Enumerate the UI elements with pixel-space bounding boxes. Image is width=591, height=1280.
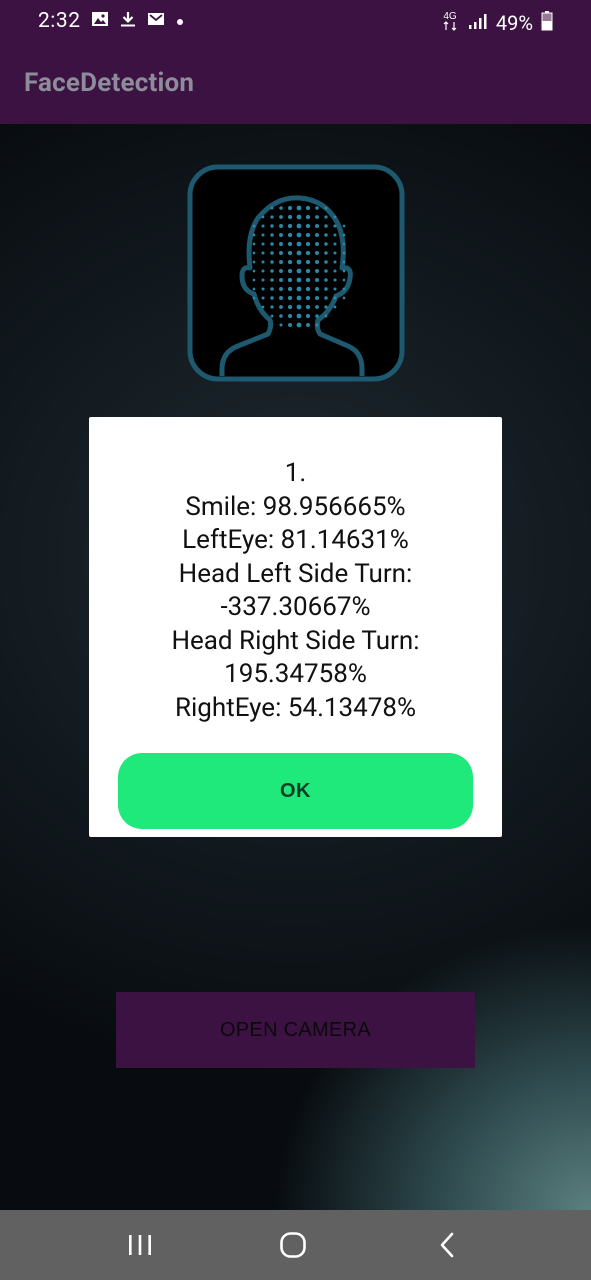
dot-icon — [175, 12, 185, 31]
head-left-turn-label: Head Left Side Turn: — [178, 558, 413, 589]
ok-button[interactable]: OK — [118, 753, 473, 829]
smile-result: Smile: 98.956665% — [185, 491, 406, 522]
battery-icon — [541, 11, 553, 35]
status-left: 2:32 — [38, 9, 185, 33]
status-time: 2:32 — [38, 9, 81, 33]
mail-icon — [147, 11, 165, 31]
app-title: FaceDetection — [24, 68, 195, 98]
image-icon — [91, 11, 109, 31]
right-eye-result: RightEye: 54.13478% — [174, 692, 417, 723]
results-dialog: 1. Smile: 98.956665% LeftEye: 81.14631% … — [89, 417, 502, 837]
result-index: 1. — [284, 458, 307, 488]
battery-percent: 49% — [495, 11, 533, 35]
head-right-turn-value: 195.34758% — [224, 659, 367, 689]
status-bar: 2:32 4G 49% — [0, 0, 591, 44]
home-icon[interactable] — [273, 1230, 313, 1260]
network-type-label: 4G — [443, 11, 457, 22]
recent-apps-icon[interactable] — [120, 1230, 160, 1260]
navigation-bar — [0, 1210, 591, 1280]
open-camera-button[interactable]: OPEN CAMERA — [116, 992, 475, 1068]
head-left-turn-value: -337.30667% — [220, 592, 371, 622]
head-right-turn-label: Head Right Side Turn: — [171, 625, 420, 656]
dialog-message: 1. Smile: 98.956665% LeftEye: 81.14631% … — [89, 457, 502, 725]
left-eye-result: LeftEye: 81.14631% — [182, 525, 409, 555]
status-right: 4G 49% — [440, 9, 553, 37]
face-scan-icon — [187, 164, 405, 382]
app-bar: FaceDetection — [0, 44, 591, 124]
back-icon[interactable] — [428, 1230, 468, 1260]
network-type-icon: 4G — [440, 9, 460, 37]
download-icon — [119, 10, 137, 32]
signal-icon — [468, 12, 488, 34]
